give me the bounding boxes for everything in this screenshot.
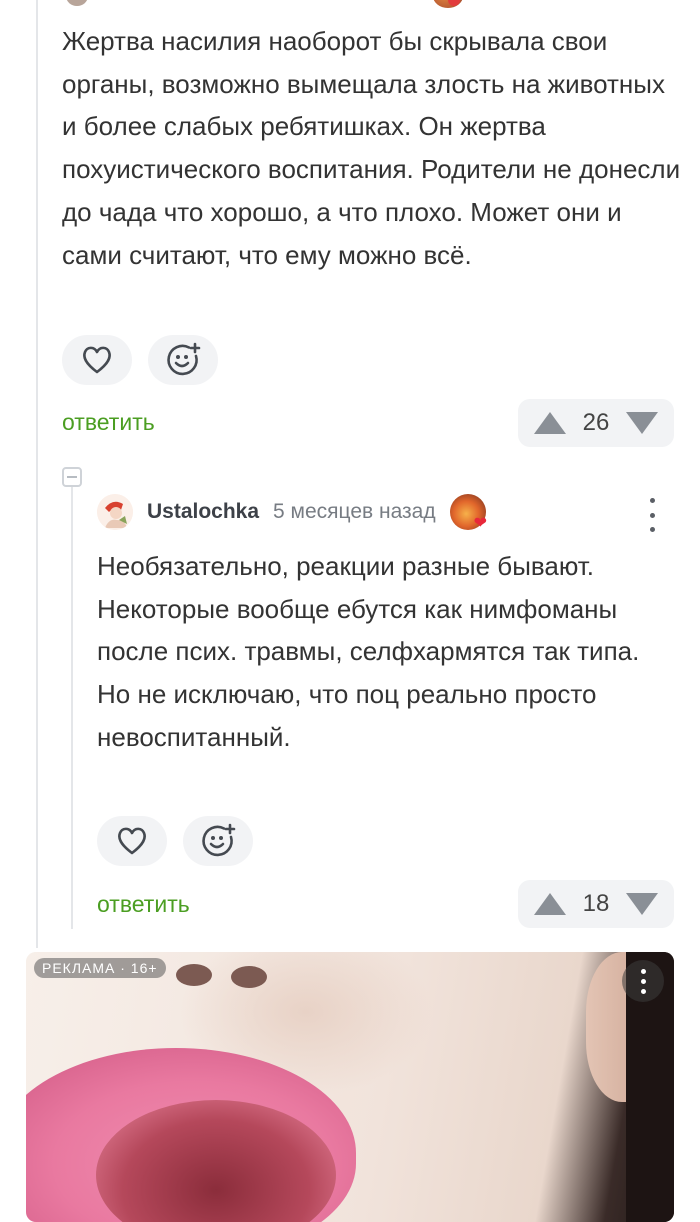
award-badge[interactable]: ❤: [449, 494, 487, 532]
reply-button[interactable]: ответить: [97, 891, 190, 918]
avatar-image: [97, 494, 133, 530]
advertisement[interactable]: РЕКЛАМА · 16+: [26, 952, 674, 1222]
emoji-add-icon: [202, 823, 236, 857]
collapse-thread-button[interactable]: [62, 467, 82, 487]
comment-timestamp[interactable]: 5 месяцев назад: [273, 500, 436, 524]
thread-line[interactable]: [36, 0, 38, 948]
rating-control: 26: [518, 399, 674, 447]
comment-text: Необязательно, реакции разные бывают. Не…: [97, 551, 640, 752]
rating-count: 26: [582, 409, 610, 436]
arrow-down-icon[interactable]: [625, 412, 658, 434]
like-button[interactable]: [62, 335, 132, 385]
add-reaction-button[interactable]: [183, 816, 253, 866]
like-button[interactable]: [97, 816, 167, 866]
author-name[interactable]: Ustalochka: [147, 500, 259, 524]
rating-control: 18: [518, 880, 674, 928]
arrow-down-icon[interactable]: [625, 893, 658, 915]
more-options-button[interactable]: [641, 498, 663, 532]
avatar[interactable]: [97, 494, 133, 530]
add-reaction-button[interactable]: [148, 335, 218, 385]
heart-badge-icon: ❤: [473, 515, 488, 532]
reply-button[interactable]: ответить: [62, 409, 155, 436]
ad-menu-button[interactable]: [622, 960, 664, 1002]
thread-line[interactable]: [71, 487, 73, 929]
arrow-up-icon[interactable]: [534, 893, 566, 915]
comment-header: Ustalochka 5 месяцев назад ❤: [97, 492, 487, 532]
rating-count: 18: [582, 890, 610, 917]
avatar[interactable]: [66, 0, 88, 6]
heart-icon: [83, 346, 111, 374]
comment-text: Жертва насилия наоборот бы скрывала свои…: [62, 26, 681, 270]
emoji-add-icon: [167, 342, 201, 376]
heart-icon: [118, 827, 146, 855]
arrow-up-icon[interactable]: [534, 412, 566, 434]
ad-image-detail: [231, 966, 267, 988]
ad-label: РЕКЛАМА · 16+: [34, 958, 166, 978]
ad-image-detail: [176, 964, 212, 986]
